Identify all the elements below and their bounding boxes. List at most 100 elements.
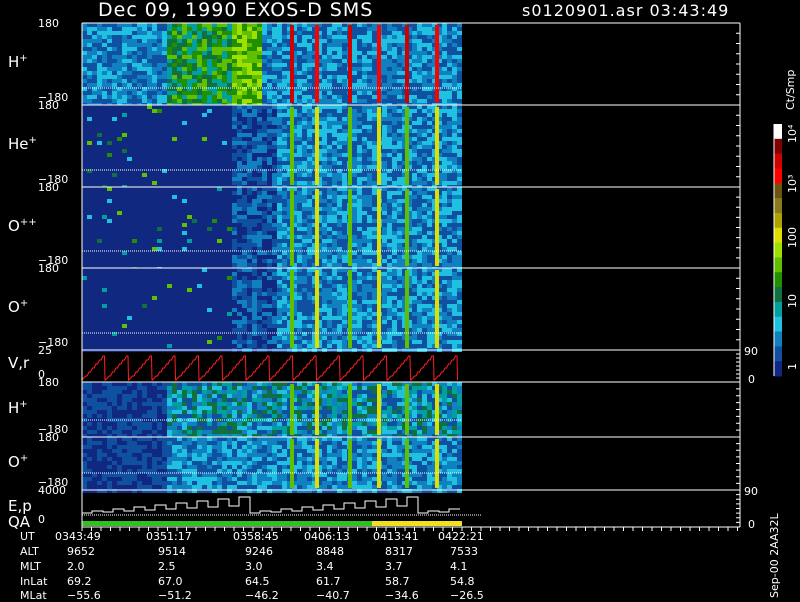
heatmap-cell — [412, 99, 417, 103]
heatmap-cell — [157, 223, 162, 227]
heatmap-cell — [392, 157, 397, 161]
heatmap-cell — [152, 91, 157, 95]
heatmap-cell — [427, 83, 432, 87]
heatmap-cell — [282, 35, 287, 39]
heatmap-cell — [257, 195, 262, 199]
heatmap-cell — [387, 95, 392, 99]
heatmap-cell — [182, 83, 187, 87]
heatmap-cell — [202, 211, 207, 215]
heatmap-cell — [187, 27, 192, 31]
heatmap-cell — [122, 161, 127, 165]
heatmap-cell — [372, 165, 377, 169]
heatmap-cell — [267, 169, 272, 173]
heatmap-cell — [452, 255, 457, 259]
heatmap-cell — [237, 145, 242, 149]
heatmap-cell — [82, 308, 87, 312]
heatmap-cell — [277, 67, 282, 71]
heatmap-cell — [357, 59, 362, 63]
heatmap-cell — [457, 157, 462, 161]
heatmap-cell — [257, 247, 262, 251]
heatmap-cell — [417, 231, 422, 235]
heatmap-cell — [192, 207, 197, 211]
heatmap-cell — [117, 191, 122, 195]
heatmap-cell — [267, 95, 272, 99]
heatmap-cell — [277, 239, 282, 243]
heatmap-cell — [327, 203, 332, 207]
heatmap-cell — [332, 47, 337, 51]
heatmap-cell — [107, 31, 112, 35]
heatmap-cell — [282, 145, 287, 149]
heatmap-cell — [272, 125, 277, 129]
heatmap-cell — [322, 165, 327, 169]
heatmap-cell — [327, 27, 332, 31]
heatmap-cell — [102, 336, 107, 340]
heatmap-cell — [227, 247, 232, 251]
heatmap-cell — [82, 161, 87, 165]
heatmap-cell — [217, 51, 222, 55]
heatmap-cell — [182, 117, 187, 121]
heatmap-cell — [172, 223, 177, 227]
heatmap-cell — [122, 247, 127, 251]
heatmap-cell — [192, 243, 197, 247]
heatmap-cell — [447, 161, 452, 165]
heatmap-cell — [137, 59, 142, 63]
heatmap-cell — [322, 243, 327, 247]
heatmap-cell — [147, 79, 152, 83]
heatmap-cell — [327, 195, 332, 199]
heatmap-cell — [387, 263, 392, 267]
heatmap-cell — [117, 109, 122, 113]
heatmap-cell — [102, 39, 107, 43]
heatmap-cell — [332, 95, 337, 99]
heatmap-cell — [202, 121, 207, 125]
heatmap-cell — [107, 55, 112, 59]
heatmap-cell — [197, 39, 202, 43]
heatmap-cell — [417, 259, 422, 263]
heatmap-cell — [147, 211, 152, 215]
heatmap-cell — [297, 117, 302, 121]
heatmap-cell — [237, 31, 242, 35]
heatmap-cell — [187, 63, 192, 67]
heatmap-cell — [367, 211, 372, 215]
heatmap-cell — [132, 211, 137, 215]
heatmap-cell — [217, 259, 222, 263]
heatmap-cell — [257, 137, 262, 141]
heatmap-cell — [157, 149, 162, 153]
heatmap-cell — [297, 207, 302, 211]
heatmap-cell — [82, 157, 87, 161]
heatmap-cell — [297, 39, 302, 43]
heatmap-cell — [387, 191, 392, 195]
heatmap-cell — [102, 27, 107, 31]
heatmap-cell — [87, 165, 92, 169]
heatmap-cell — [382, 259, 387, 263]
heatmap-cell — [342, 223, 347, 227]
heatmap-cell — [122, 113, 127, 117]
heatmap-cell — [122, 195, 127, 199]
heatmap-cell — [382, 187, 387, 191]
heatmap-cell — [337, 105, 342, 109]
heatmap-cell — [452, 55, 457, 59]
heatmap-cell — [372, 99, 377, 103]
heatmap-cell — [92, 276, 97, 280]
heatmap-cell — [342, 187, 347, 191]
heatmap-cell — [82, 207, 87, 211]
heatmap-cell — [242, 243, 247, 247]
heatmap-cell — [137, 129, 142, 133]
heatmap-cell — [337, 263, 342, 267]
heatmap-cell — [182, 63, 187, 67]
heatmap-cell — [342, 39, 347, 43]
heatmap-cell — [282, 165, 287, 169]
heatmap-cell — [107, 47, 112, 51]
heatmap-cell — [457, 113, 462, 117]
heatmap-cell — [387, 43, 392, 47]
heatmap-cell — [87, 195, 92, 199]
heatmap-cell — [427, 211, 432, 215]
heatmap-cell — [212, 31, 217, 35]
heatmap-cell — [397, 63, 402, 67]
heatmap-cell — [237, 75, 242, 79]
heatmap-cell — [327, 113, 332, 117]
heatmap-cell — [127, 23, 132, 27]
heatmap-cell — [297, 137, 302, 141]
heatmap-cell — [112, 95, 117, 99]
heatmap-cell — [167, 51, 172, 55]
heatmap-cell — [342, 191, 347, 195]
